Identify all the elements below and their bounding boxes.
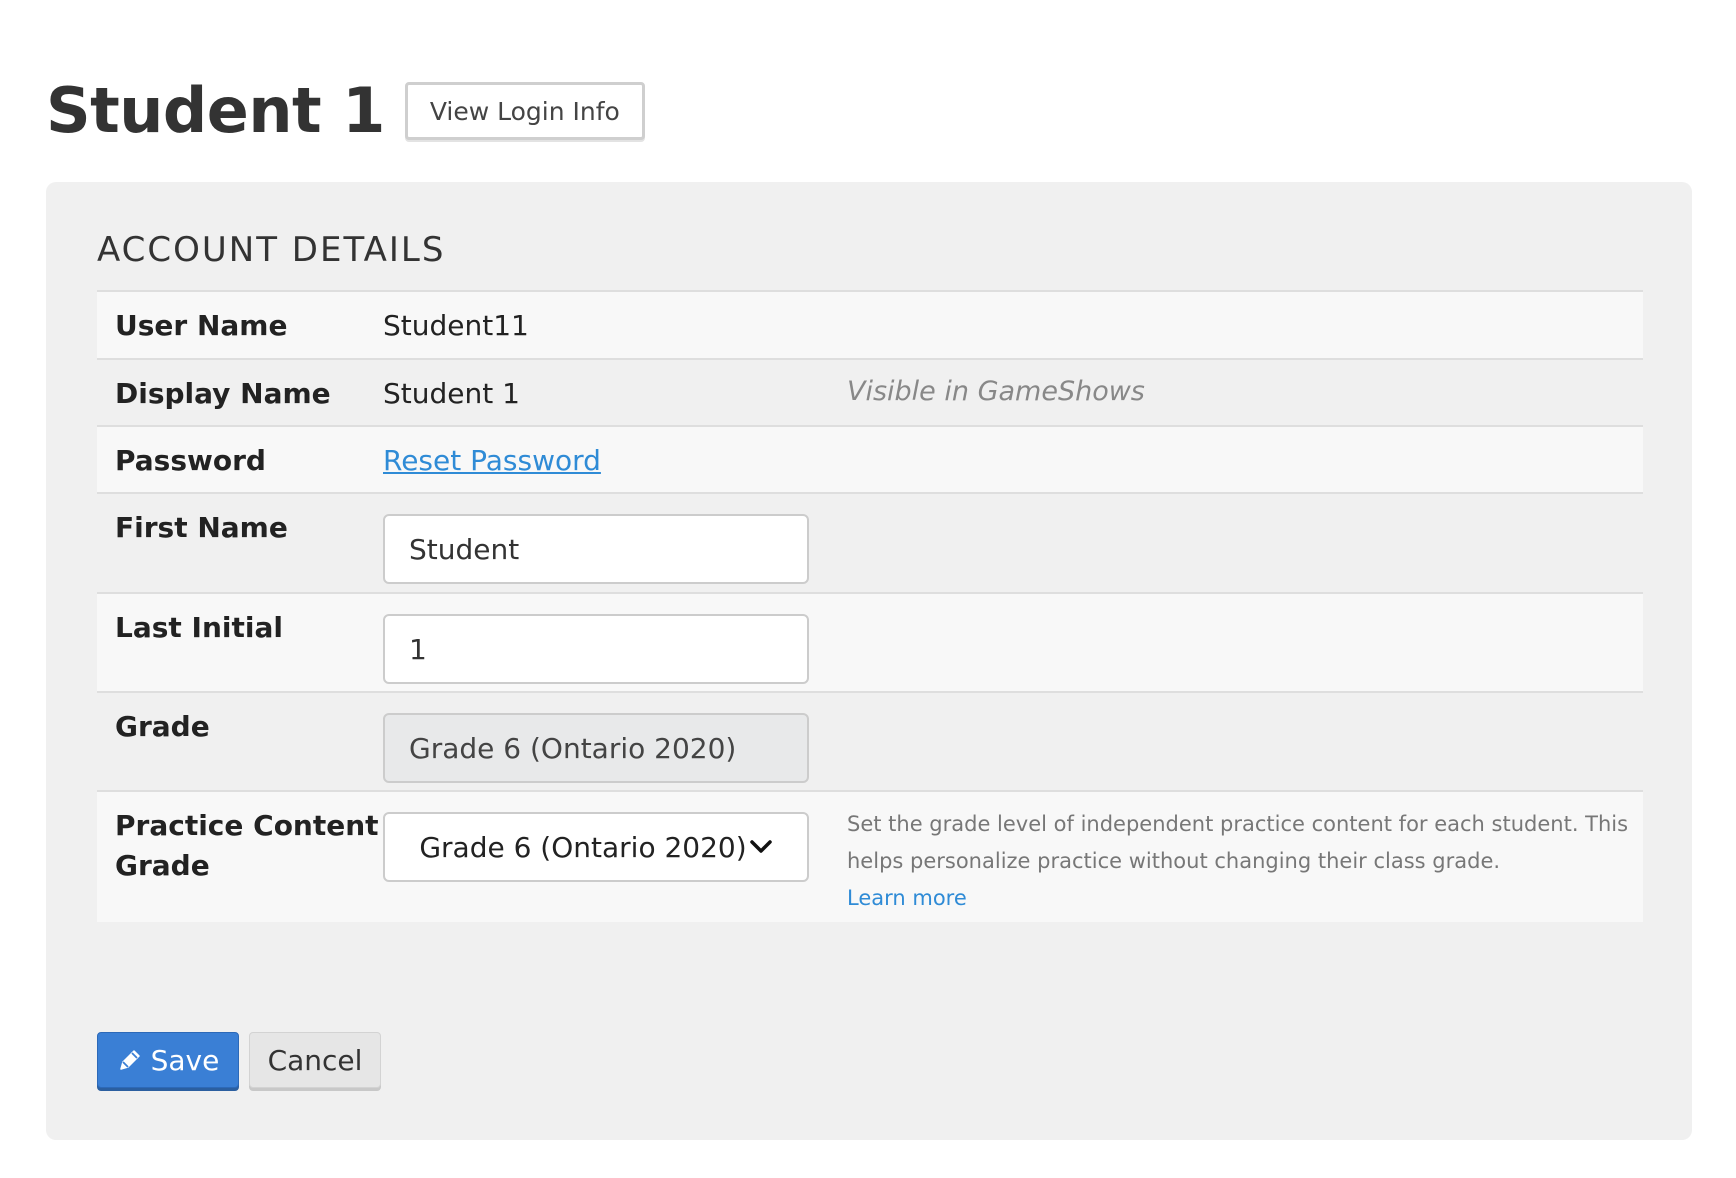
practice-content-grade-label-line2: Grade	[115, 849, 210, 882]
cancel-button[interactable]: Cancel	[249, 1032, 381, 1088]
row-password: Password Reset Password	[97, 427, 1643, 494]
view-login-info-button[interactable]: View Login Info	[404, 82, 645, 140]
display-name-value: Student 1	[383, 377, 520, 410]
chevron-down-icon	[749, 838, 773, 856]
row-user-name: User Name Student11	[97, 292, 1643, 360]
first-name-label: First Name	[115, 511, 288, 544]
title-row: Student 1 View Login Info	[46, 70, 645, 152]
user-name-value: Student11	[383, 309, 529, 342]
practice-grade-help-text: Set the grade level of independent pract…	[847, 812, 1629, 873]
learn-more-link[interactable]: Learn more	[847, 880, 1637, 917]
user-name-label: User Name	[115, 309, 288, 342]
practice-grade-help: Set the grade level of independent pract…	[847, 806, 1637, 917]
practice-grade-select-value: Grade 6 (Ontario 2020)	[419, 830, 747, 864]
grade-label: Grade	[115, 710, 210, 743]
last-initial-label: Last Initial	[115, 611, 283, 644]
form-actions: Save Cancel	[97, 1032, 381, 1088]
pencil-icon	[117, 1047, 143, 1073]
save-label: Save	[150, 1043, 220, 1077]
display-name-label: Display Name	[115, 377, 331, 410]
page-title: Student 1	[46, 74, 385, 147]
last-initial-input[interactable]	[383, 614, 809, 684]
first-name-input[interactable]	[383, 514, 809, 584]
row-practice-content-grade: Practice Content Grade Grade 6 (Ontario …	[97, 792, 1643, 922]
row-display-name: Display Name Student 1 Visible in GameSh…	[97, 360, 1643, 427]
password-label: Password	[115, 444, 266, 477]
save-button[interactable]: Save	[97, 1032, 239, 1088]
section-heading: ACCOUNT DETAILS	[97, 230, 446, 270]
practice-grade-select[interactable]: Grade 6 (Ontario 2020)	[383, 812, 809, 882]
practice-content-grade-label-line1: Practice Content	[115, 809, 379, 842]
row-last-initial: Last Initial	[97, 594, 1643, 693]
student-page: Student 1 View Login Info ACCOUNT DETAIL…	[0, 0, 1736, 1178]
reset-password-link[interactable]: Reset Password	[383, 441, 601, 481]
display-name-hint: Visible in GameShows	[847, 376, 1145, 407]
account-details-panel: ACCOUNT DETAILS User Name Student11 Disp…	[46, 182, 1692, 1140]
row-grade: Grade	[97, 693, 1643, 792]
account-details-table: User Name Student11 Display Name Student…	[97, 290, 1643, 922]
row-first-name: First Name	[97, 494, 1643, 594]
grade-input	[383, 713, 809, 783]
